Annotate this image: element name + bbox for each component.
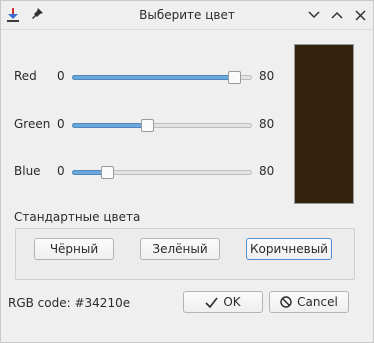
title-bar: Выберите цвет [1,1,373,30]
black-color-button[interactable]: Чёрный [34,238,114,260]
green-label: Green [14,117,51,131]
red-slider-handle[interactable] [228,71,241,84]
close-icon [354,9,366,21]
red-slider-row: Red 0 80 [1,67,291,87]
green-slider-fill [72,123,147,128]
ok-button[interactable]: OK [183,291,263,313]
blue-max-label: 80 [259,164,275,178]
rgb-code-text: RGB code: #34210e [8,296,131,310]
red-slider-fill [72,75,234,80]
green-min-label: 0 [57,117,65,131]
blue-slider-row: Blue 0 80 [1,162,291,182]
green-slider-track[interactable] [72,123,252,128]
blue-label: Blue [14,164,41,178]
maximize-button[interactable] [328,6,346,24]
green-color-button[interactable]: Зелёный [140,238,220,260]
blue-min-label: 0 [57,164,65,178]
blue-slider-handle[interactable] [101,166,114,179]
chevron-up-icon [331,11,343,19]
brown-color-button[interactable]: Коричневый [246,238,332,260]
checkmark-icon [205,297,218,308]
red-min-label: 0 [57,69,65,83]
minimize-button[interactable] [305,6,323,24]
no-entry-icon [280,296,292,308]
color-picker-dialog: Выберите цвет Red 0 80 Green 0 80 Blue 0… [0,0,374,343]
color-preview-swatch [294,44,354,204]
close-button[interactable] [351,6,369,24]
green-slider-handle[interactable] [141,119,154,132]
standard-colors-label: Стандартные цвета [14,210,141,224]
red-max-label: 80 [259,69,275,83]
chevron-down-icon [308,11,320,19]
green-max-label: 80 [259,117,275,131]
blue-slider-track[interactable] [72,170,252,175]
cancel-button[interactable]: Cancel [269,291,349,313]
ok-label: OK [223,295,241,309]
red-slider-track[interactable] [72,75,252,80]
red-label: Red [14,69,37,83]
green-slider-row: Green 0 80 [1,115,291,135]
cancel-label: Cancel [297,295,338,309]
